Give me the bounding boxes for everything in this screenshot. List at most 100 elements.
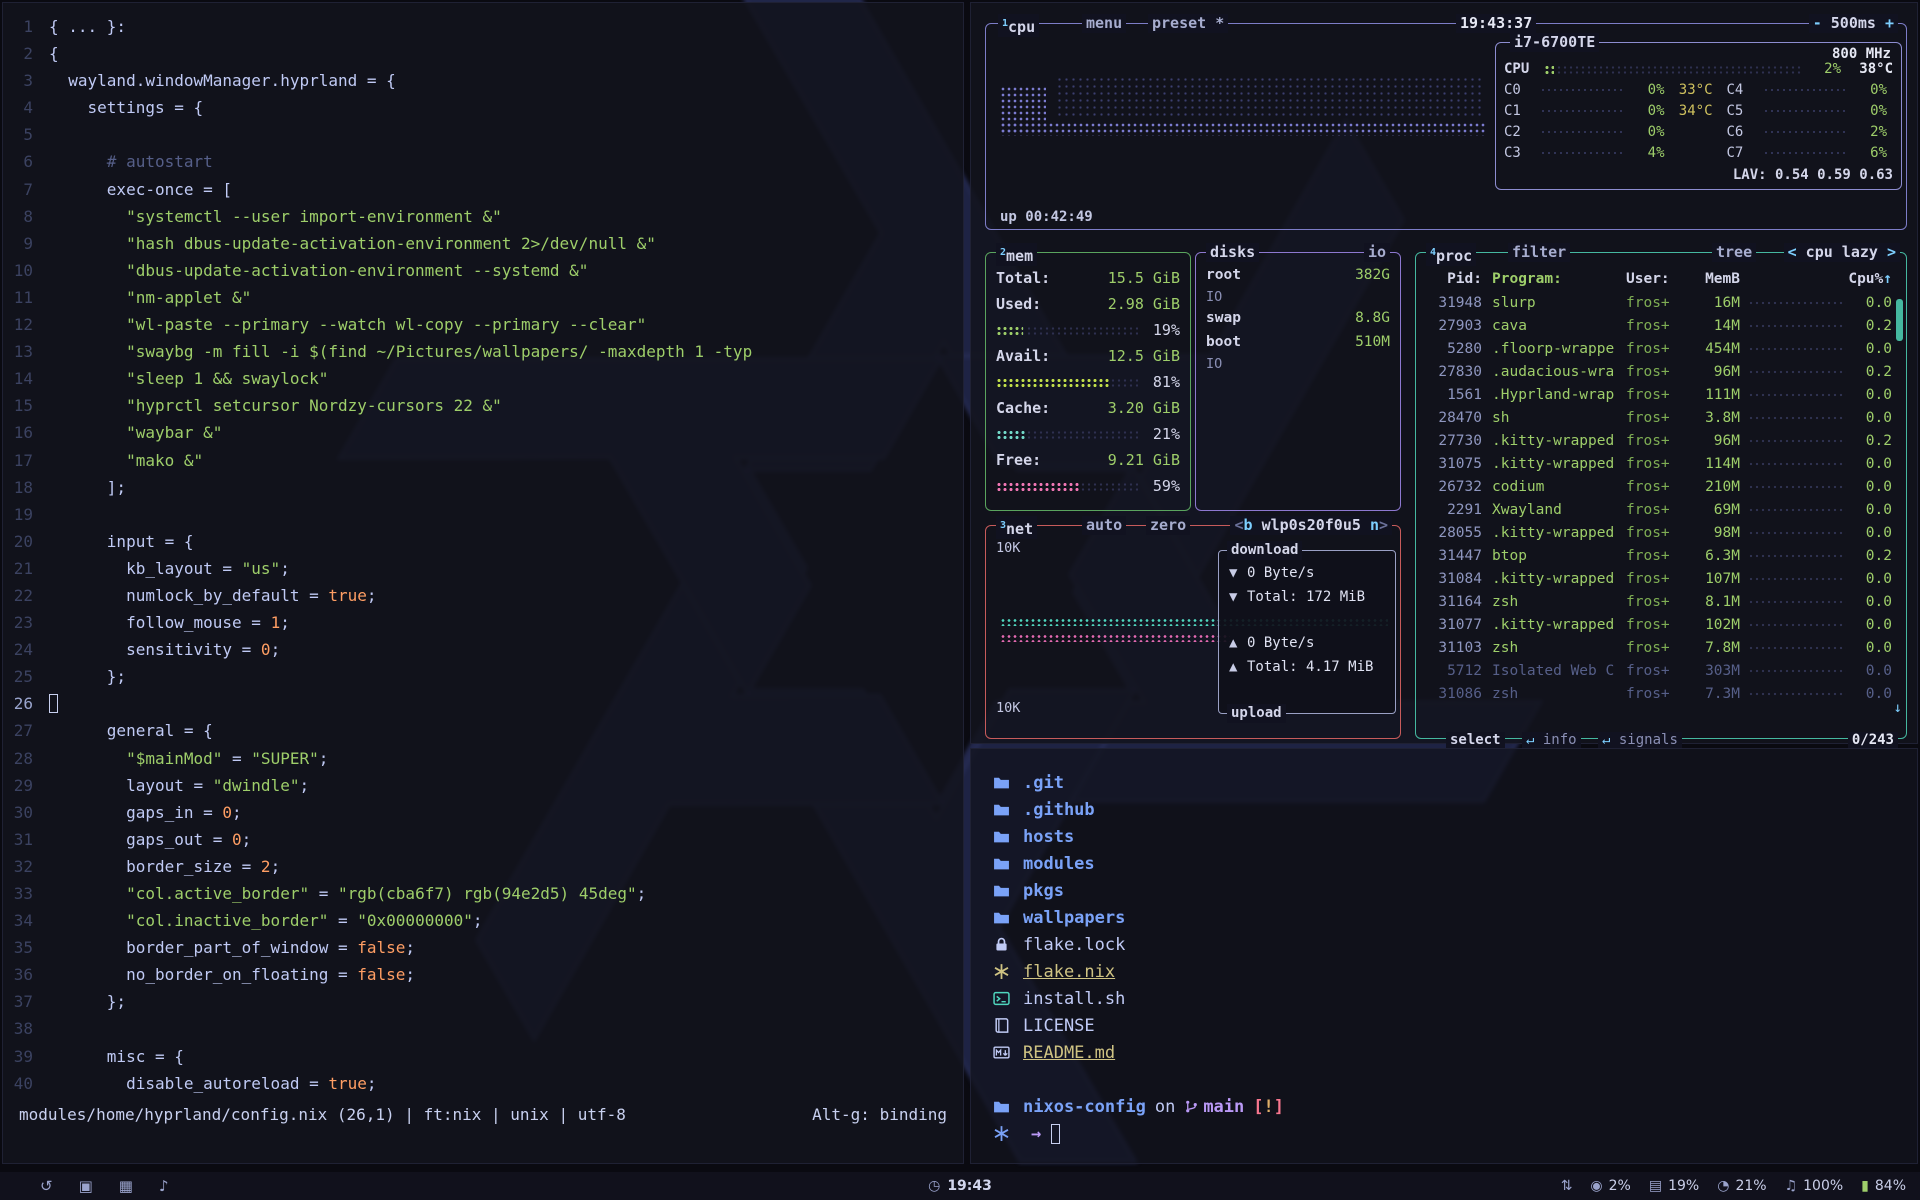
process-row[interactable]: 28055.kitty-wrappedfros+98M0.0 (1416, 521, 1906, 544)
tray-network-icon[interactable]: ⇅ (1561, 1178, 1573, 1194)
workspace-notes-icon[interactable]: ▣ (79, 1177, 93, 1195)
info-button[interactable]: ↵ info (1522, 732, 1581, 748)
cpu-box-title[interactable]: 1cpu (998, 14, 1039, 37)
code-line[interactable]: 33 "col.active_border" = "rgb(cba6f7) rg… (3, 880, 963, 907)
code-line[interactable]: 38 (3, 1015, 963, 1042)
scroll-down-icon[interactable]: ↓ (1894, 700, 1902, 716)
file-entry: README.md (993, 1039, 1895, 1066)
code-line[interactable]: 6 # autostart (3, 148, 963, 175)
process-row[interactable]: 27903cavafros+14M0.2 (1416, 314, 1906, 337)
battery-module[interactable]: ▮84% (1861, 1178, 1906, 1194)
select-button[interactable]: select (1446, 732, 1505, 748)
process-table-header[interactable]: Pid: Program: User: MemB Cpu% ↑ (1416, 267, 1906, 291)
code-line[interactable]: 36 no_border_on_floating = false; (3, 961, 963, 988)
code-line[interactable]: 5 (3, 121, 963, 148)
process-row[interactable]: 5712Isolated Web Cfros+303M0.0 (1416, 659, 1906, 682)
shell-icon (993, 990, 1013, 1008)
code-line[interactable]: 23 follow_mouse = 1; (3, 609, 963, 636)
folder-icon (993, 774, 1013, 792)
process-row[interactable]: 31077.kitty-wrappedfros+102M0.0 (1416, 613, 1906, 636)
code-line[interactable]: 11 "nm-applet &" (3, 284, 963, 311)
clock-module[interactable]: ◷ 19:43 (928, 1178, 992, 1194)
code-line[interactable]: 12 "wl-paste --primary --watch wl-copy -… (3, 311, 963, 338)
code-line[interactable]: 26 (3, 690, 963, 717)
code-line[interactable]: 20 input = { (3, 528, 963, 555)
workspace-gallery-icon[interactable]: ▦ (119, 1177, 133, 1195)
process-row[interactable]: 5280.floorp-wrappefros+454M0.0 (1416, 337, 1906, 360)
code-line[interactable]: 30 gaps_in = 0; (3, 799, 963, 826)
disks-box-title[interactable]: disks (1206, 243, 1259, 262)
code-line[interactable]: 16 "waybar &" (3, 419, 963, 446)
process-row[interactable]: 28470shfros+3.8M0.0 (1416, 406, 1906, 429)
line-number: 18 (3, 474, 49, 501)
code-line[interactable]: 2{ (3, 40, 963, 67)
code-line[interactable]: 4 settings = { (3, 94, 963, 121)
process-row[interactable]: 31075.kitty-wrappedfros+114M0.0 (1416, 452, 1906, 475)
code-line[interactable]: 18 ]; (3, 474, 963, 501)
code-line[interactable]: 29 layout = "dwindle"; (3, 772, 963, 799)
code-line[interactable]: 40 disable_autoreload = true; (3, 1070, 963, 1097)
sort-selector[interactable]: < cpu lazy > (1784, 243, 1900, 262)
signals-button[interactable]: ↵ signals (1598, 732, 1682, 748)
net-box-title[interactable]: 3net (996, 516, 1037, 539)
process-row[interactable]: 26732codiumfros+210M0.0 (1416, 475, 1906, 498)
cpu-module[interactable]: ◉2% (1590, 1178, 1630, 1194)
mem-box-title[interactable]: 2mem (996, 243, 1037, 266)
code-line[interactable]: 13 "swaybg -m fill -i $(find ~/Pictures/… (3, 338, 963, 365)
net-auto-toggle[interactable]: auto (1082, 516, 1126, 535)
code-line[interactable]: 21 kb_layout = "us"; (3, 555, 963, 582)
code-area[interactable]: 1{ ... }:2{3 wayland.windowManager.hyprl… (3, 13, 963, 1097)
code-line[interactable]: 7 exec-once = [ (3, 176, 963, 203)
shell-prompt-input-line[interactable]: → (993, 1120, 1895, 1147)
process-row[interactable]: 31447btopfros+6.3M0.2 (1416, 544, 1906, 567)
tree-toggle[interactable]: tree (1712, 243, 1756, 262)
process-row[interactable]: 1561.Hyprland-wrapfros+111M0.0 (1416, 383, 1906, 406)
code-line[interactable]: 28 "$mainMod" = "SUPER"; (3, 745, 963, 772)
process-row[interactable]: 31103zshfros+7.8M0.0 (1416, 636, 1906, 659)
code-line[interactable]: 39 misc = { (3, 1043, 963, 1070)
code-line[interactable]: 1{ ... }: (3, 13, 963, 40)
code-line[interactable]: 25 }; (3, 663, 963, 690)
code-line[interactable]: 8 "systemctl --user import-environment &… (3, 203, 963, 230)
filter-button[interactable]: filter (1508, 243, 1570, 262)
preset-button[interactable]: preset * (1148, 14, 1228, 33)
code-line[interactable]: 15 "hyprctl setcursor Nordzy-cursors 22 … (3, 392, 963, 419)
code-line[interactable]: 22 numlock_by_default = true; (3, 582, 963, 609)
refresh-rate-control[interactable]: - 500ms + (1809, 14, 1898, 33)
workspace-music-icon[interactable]: ♪ (159, 1177, 169, 1195)
process-row[interactable]: 31948slurpfros+16M0.0 (1416, 291, 1906, 314)
memory-module[interactable]: ▤19% (1649, 1178, 1699, 1194)
process-row[interactable]: 27730.kitty-wrappedfros+96M0.2 (1416, 429, 1906, 452)
code-line[interactable]: 9 "hash dbus-update-activation-environme… (3, 230, 963, 257)
io-mode-toggle[interactable]: io (1364, 243, 1390, 262)
disk-module[interactable]: ◔21% (1717, 1178, 1766, 1194)
code-text: exec-once = [ (49, 176, 232, 203)
code-line[interactable]: 3 wayland.windowManager.hyprland = { (3, 67, 963, 94)
net-zero-toggle[interactable]: zero (1146, 516, 1190, 535)
net-device-switcher[interactable]: <b wlp0s20f0u5 n> (1230, 516, 1392, 535)
code-line[interactable]: 35 border_part_of_window = false; (3, 934, 963, 961)
process-row[interactable]: 27830.audacious-wrafros+96M0.2 (1416, 360, 1906, 383)
code-line[interactable]: 19 (3, 501, 963, 528)
proc-scrollbar[interactable] (1896, 299, 1903, 341)
volume-module[interactable]: ♫100% (1785, 1178, 1844, 1194)
code-line[interactable]: 27 general = { (3, 717, 963, 744)
code-line[interactable]: 34 "col.inactive_border" = "0x00000000"; (3, 907, 963, 934)
proc-box-title[interactable]: 4proc (1426, 243, 1476, 266)
code-line[interactable]: 31 gaps_out = 0; (3, 826, 963, 853)
code-text: "hyprctl setcursor Nordzy-cursors 22 &" (49, 392, 502, 419)
menu-button[interactable]: menu (1082, 14, 1126, 33)
process-row[interactable]: 31084.kitty-wrappedfros+107M0.0 (1416, 567, 1906, 590)
process-row[interactable]: 31086zshfros+7.3M0.0 (1416, 682, 1906, 705)
code-line[interactable]: 32 border_size = 2; (3, 853, 963, 880)
process-row[interactable]: 31164zshfros+8.1M0.0 (1416, 590, 1906, 613)
workspace-history-icon[interactable]: ↺ (40, 1177, 53, 1195)
code-line[interactable]: 37 }; (3, 988, 963, 1015)
code-line[interactable]: 14 "sleep 1 && swaylock" (3, 365, 963, 392)
code-line[interactable]: 10 "dbus-update-activation-environment -… (3, 257, 963, 284)
file-entry: wallpapers (993, 904, 1895, 931)
code-line[interactable]: 17 "mako &" (3, 447, 963, 474)
process-row[interactable]: 2291Xwaylandfros+69M0.0 (1416, 498, 1906, 521)
line-number: 27 (3, 717, 49, 744)
code-line[interactable]: 24 sensitivity = 0; (3, 636, 963, 663)
